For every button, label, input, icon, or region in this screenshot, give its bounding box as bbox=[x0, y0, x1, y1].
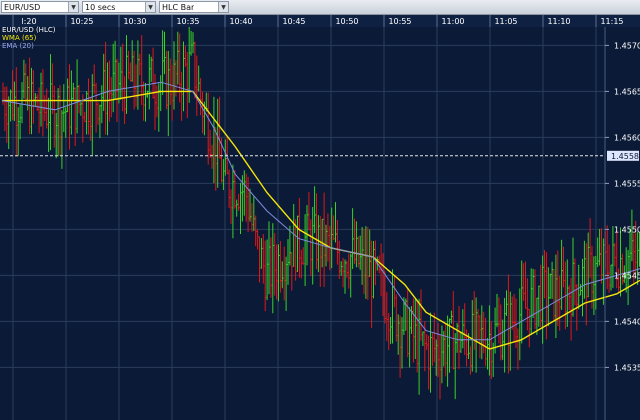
chevron-down-icon: ▼ bbox=[68, 2, 78, 12]
legend: EUR/USD (HLC) WMA (65) EMA (20) bbox=[2, 26, 55, 50]
x-tick-label: l:20 bbox=[21, 17, 36, 26]
symbol-dropdown[interactable]: EUR/USD ▼ bbox=[1, 1, 79, 13]
y-tick-label: 1.4535 bbox=[614, 363, 640, 372]
chevron-down-icon: ▼ bbox=[218, 2, 228, 12]
chart-type-dropdown-label: HLC Bar bbox=[162, 2, 195, 12]
x-axis-band bbox=[0, 15, 640, 27]
y-tick-label: 1.4545 bbox=[614, 271, 640, 280]
symbol-dropdown-label: EUR/USD bbox=[4, 2, 41, 12]
x-tick-label: 11:10 bbox=[547, 17, 570, 26]
interval-dropdown-label: 10 secs bbox=[85, 2, 116, 12]
x-tick-label: 10:50 bbox=[335, 17, 358, 26]
x-tick-label: 11:15 bbox=[600, 17, 623, 26]
y-tick-label: 1.4570 bbox=[614, 41, 640, 50]
x-tick-label: 10:45 bbox=[282, 17, 305, 26]
x-tick-label: 10:40 bbox=[229, 17, 252, 26]
legend-wma: WMA (65) bbox=[2, 34, 37, 42]
legend-instrument: EUR/USD (HLC) bbox=[2, 26, 56, 34]
x-tick-label: 11:05 bbox=[494, 17, 517, 26]
y-tick-label: 1.4565 bbox=[614, 87, 640, 96]
y-tick-label: 1.4555 bbox=[614, 179, 640, 188]
legend-ema: EMA (20) bbox=[2, 42, 34, 50]
interval-dropdown[interactable]: 10 secs ▼ bbox=[82, 1, 156, 13]
x-tick-label: 10:25 bbox=[70, 17, 93, 26]
chevron-down-icon: ▼ bbox=[145, 2, 155, 12]
chart-toolbar: EUR/USD ▼ 10 secs ▼ HLC Bar ▼ bbox=[0, 0, 640, 15]
y-tick-label: 1.4560 bbox=[614, 133, 640, 142]
x-tick-label: 10:35 bbox=[176, 17, 199, 26]
y-tick-label: 1.4550 bbox=[614, 225, 640, 234]
x-tick-label: 11:00 bbox=[441, 17, 464, 26]
x-tick-label: 10:55 bbox=[388, 17, 411, 26]
x-axis: l:20 10:25 10:30 10:35 10:40 10:45 10:50 10:55 1… bbox=[0, 15, 640, 27]
current-price-label: 1.4558 bbox=[611, 152, 639, 161]
y-tick-label: 1.4540 bbox=[614, 317, 640, 326]
price-chart[interactable]: l:20 10:25 10:30 10:35 10:40 10:45 10:50 10:55 1… bbox=[0, 15, 640, 420]
chart-type-dropdown[interactable]: HLC Bar ▼ bbox=[159, 1, 229, 13]
x-tick-label: 10:30 bbox=[123, 17, 146, 26]
